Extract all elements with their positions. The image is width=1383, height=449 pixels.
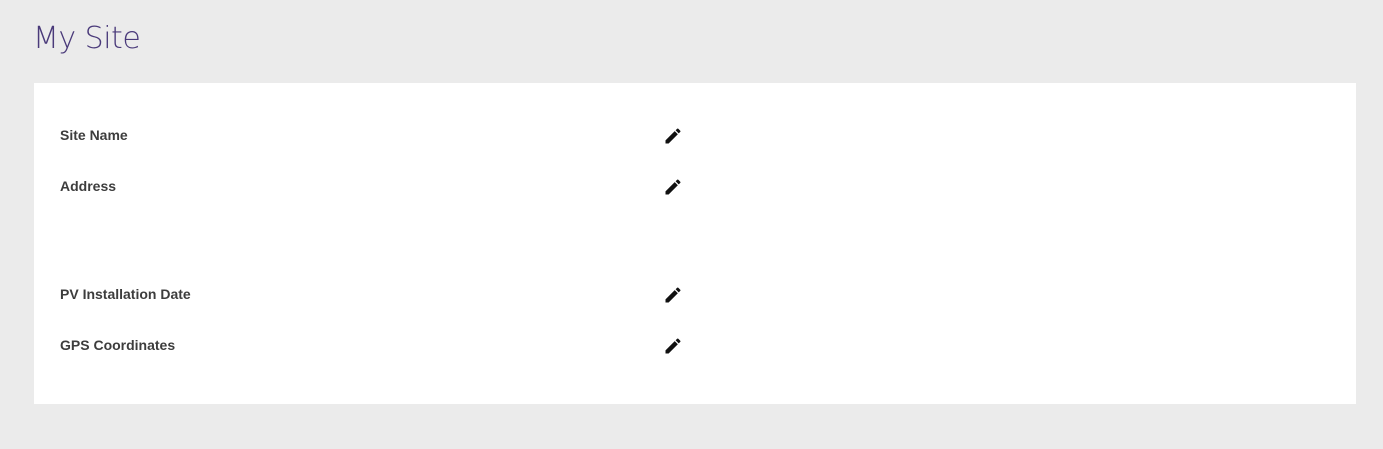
edit-pv-installation-date-pencil-icon[interactable]	[663, 285, 683, 305]
pv-installation-date-row: PV Installation Date	[60, 283, 1330, 307]
edit-site-name-pencil-icon[interactable]	[663, 126, 683, 146]
gps-coordinates-label: GPS Coordinates	[60, 337, 176, 353]
edit-address-pencil-icon[interactable]	[663, 177, 683, 197]
page-title: My Site	[33, 21, 141, 56]
edit-gps-coordinates-pencil-icon[interactable]	[663, 336, 683, 356]
site-name-label: Site Name	[60, 127, 128, 143]
site-name-row: Site Name	[60, 124, 1330, 148]
address-label: Address	[60, 178, 117, 194]
gps-coordinates-row: GPS Coordinates	[60, 334, 1330, 358]
site-details-card: Site Name Address PV Installation Date G…	[34, 83, 1356, 404]
pv-installation-date-label: PV Installation Date	[60, 286, 191, 302]
address-row: Address	[60, 175, 1330, 199]
